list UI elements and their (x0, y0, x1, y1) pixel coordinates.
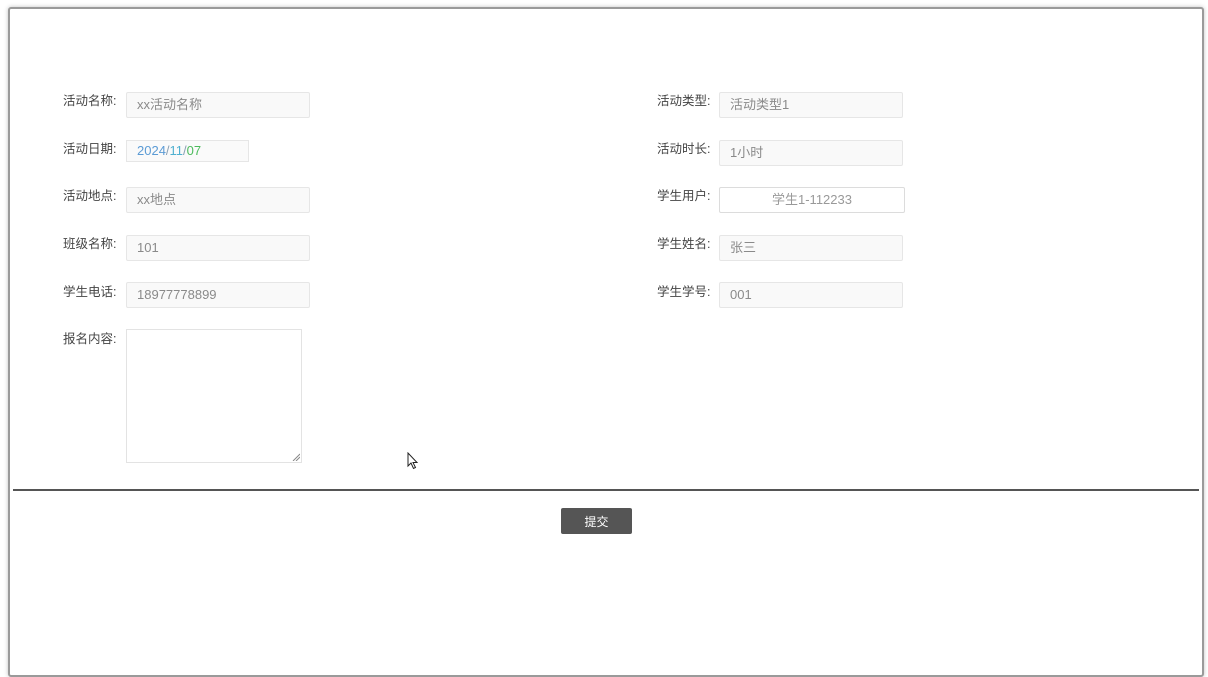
student-id-field[interactable]: 001 (719, 282, 903, 308)
date-day: 07 (186, 143, 202, 158)
signup-content-textarea[interactable] (126, 329, 302, 463)
class-name-field[interactable]: 101 (126, 235, 310, 261)
activity-duration-label: 活动时长: (657, 142, 711, 156)
student-user-label: 学生用户: (657, 189, 711, 203)
student-phone-field[interactable]: 18977778899 (126, 282, 310, 308)
submit-button[interactable]: 提交 (561, 508, 632, 534)
date-month: 11 (169, 143, 184, 158)
mouse-cursor-icon (407, 452, 419, 470)
activity-location-field[interactable]: xx地点 (126, 187, 310, 213)
signup-content-label: 报名内容: (63, 332, 117, 346)
student-name-label: 学生姓名: (657, 237, 711, 251)
activity-type-field[interactable]: 活动类型1 (719, 92, 903, 118)
resize-handle-icon[interactable] (292, 453, 300, 461)
student-id-label: 学生学号: (657, 285, 711, 299)
student-name-field[interactable]: 张三 (719, 235, 903, 261)
class-name-label: 班级名称: (63, 237, 117, 251)
form-divider (13, 489, 1199, 491)
activity-date-picker[interactable]: 2024/11/07 (126, 140, 249, 162)
student-user-select[interactable]: 学生1-112233 (719, 187, 905, 213)
student-phone-label: 学生电话: (63, 285, 117, 299)
activity-name-label: 活动名称: (63, 94, 117, 108)
activity-location-label: 活动地点: (63, 189, 117, 203)
activity-date-label: 活动日期: (63, 142, 117, 156)
activity-duration-field[interactable]: 1小时 (719, 140, 903, 166)
activity-type-label: 活动类型: (657, 94, 711, 108)
date-year: 2024 (137, 143, 166, 158)
activity-name-field[interactable]: xx活动名称 (126, 92, 310, 118)
